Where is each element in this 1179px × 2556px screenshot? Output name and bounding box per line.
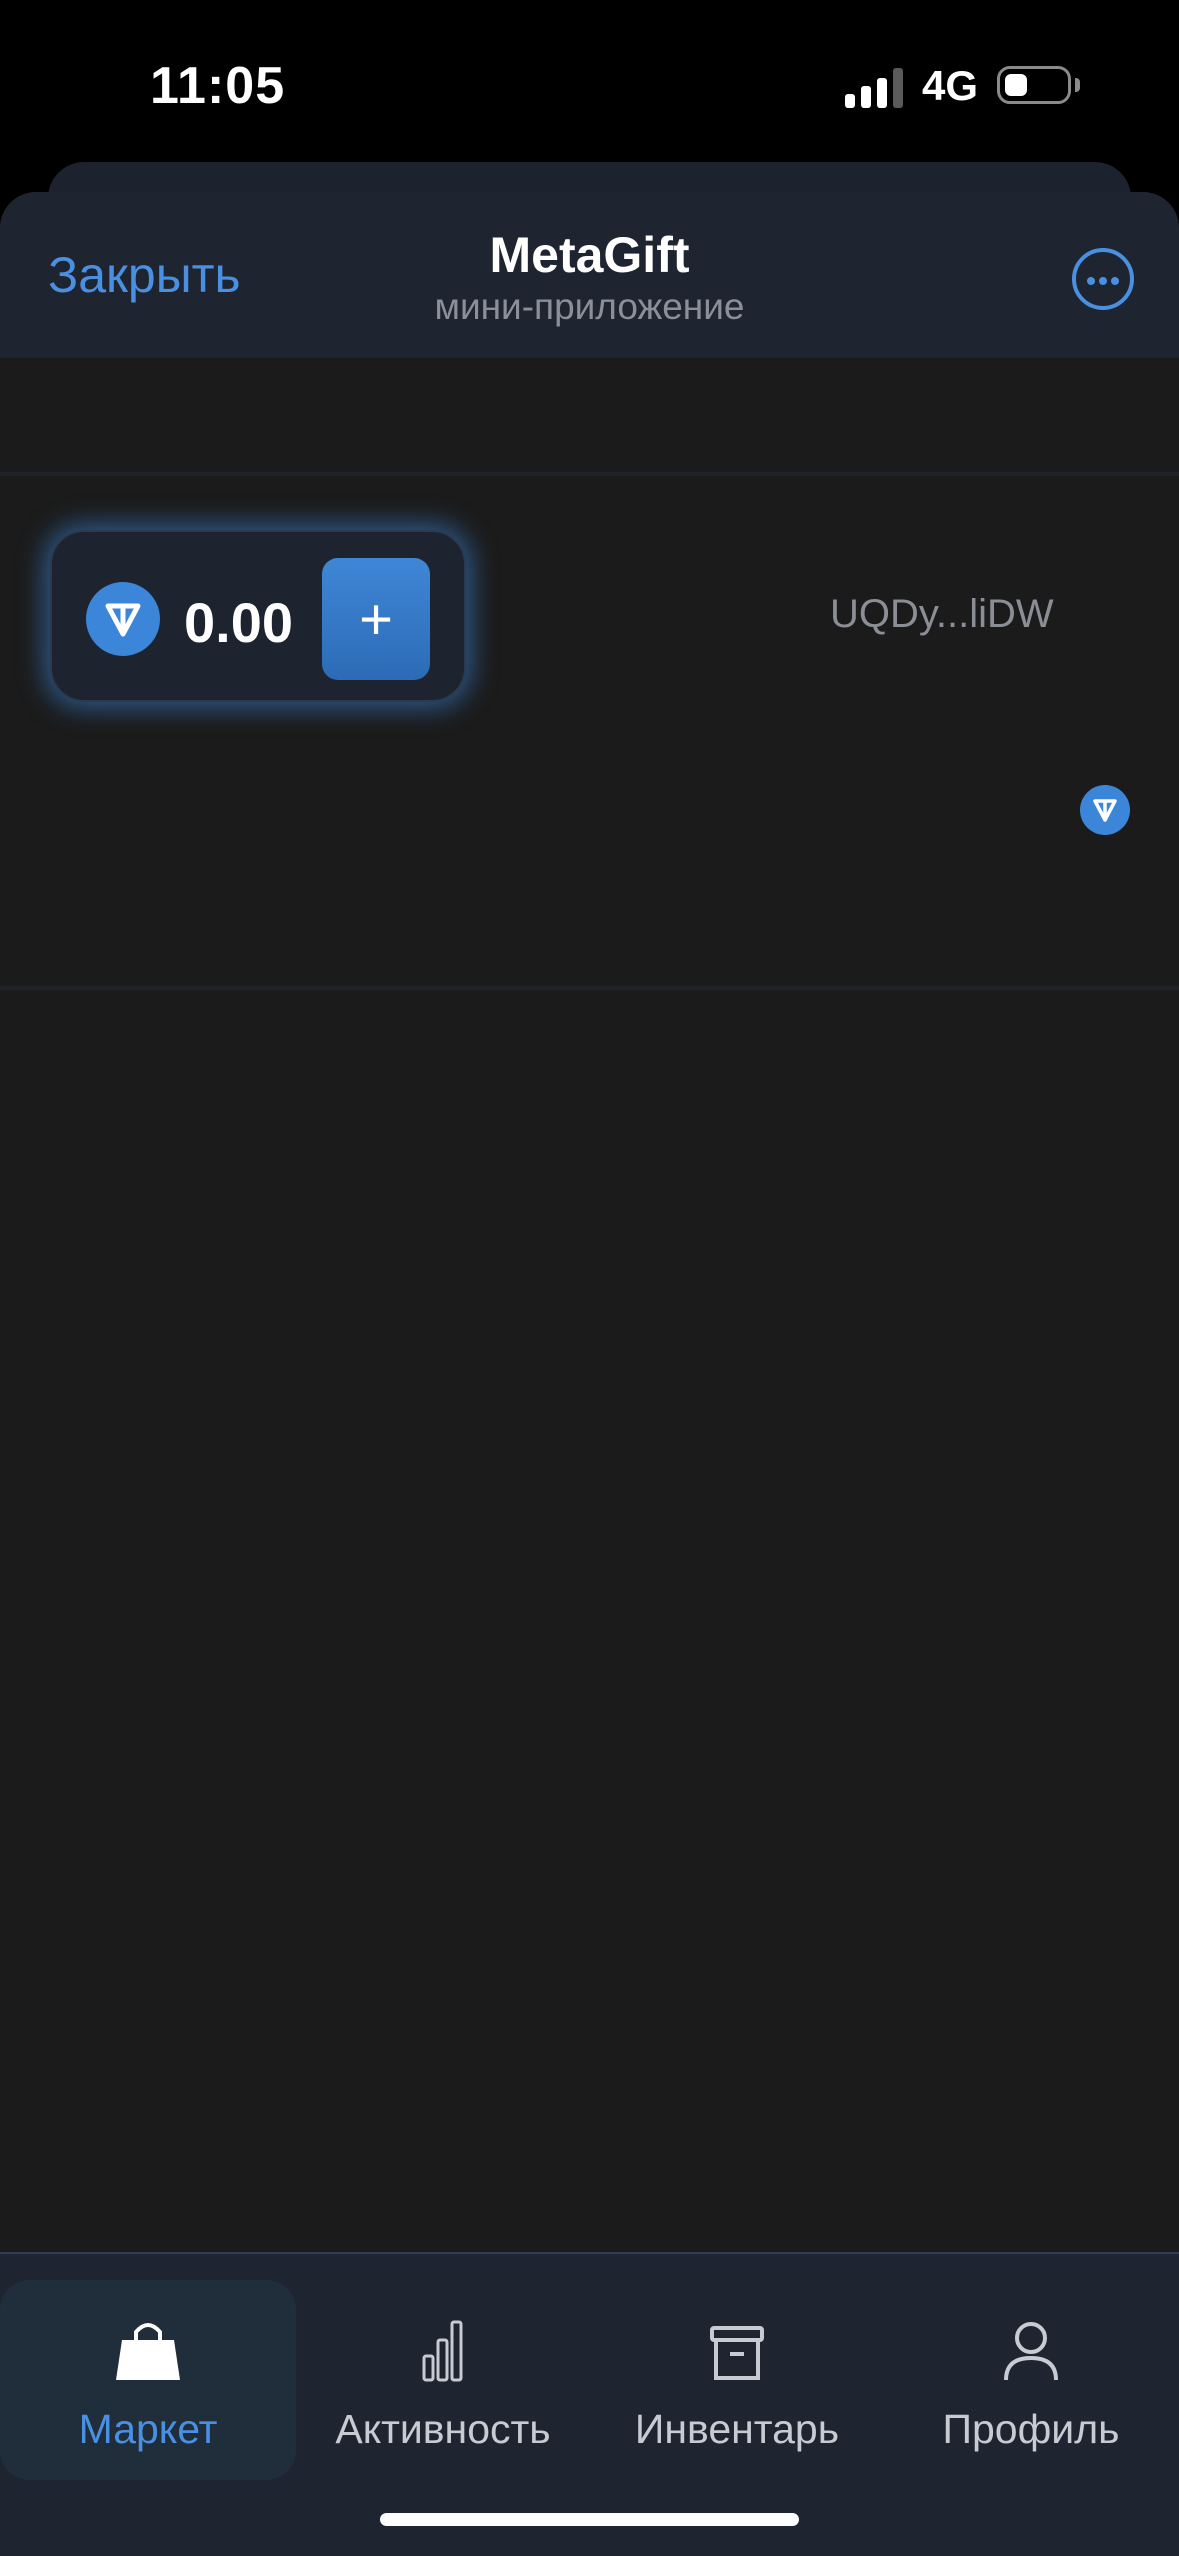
nav-item-activity[interactable]: Активность	[296, 2280, 590, 2480]
nav-label-inventory: Инвентарь	[634, 2406, 840, 2452]
balance-divider	[0, 986, 1179, 990]
nav-item-market[interactable]: Маркет	[0, 2280, 296, 2480]
nav-label-activity: Активность	[335, 2406, 551, 2452]
battery-cap	[1075, 78, 1080, 92]
status-bar: 11:05 4G	[0, 0, 1179, 162]
nav-label-market: Маркет	[78, 2406, 218, 2452]
add-funds-label: +	[359, 587, 393, 652]
battery-icon	[997, 66, 1071, 104]
network-type: 4G	[922, 62, 979, 109]
bar-chart-icon	[296, 2318, 590, 2384]
top-divider	[0, 472, 1179, 476]
wallet-address[interactable]: UQDy...liDW	[830, 592, 1054, 637]
nav-item-inventory[interactable]: Инвентарь	[590, 2280, 884, 2480]
app-subtitle: мини-приложение	[434, 286, 745, 327]
bottom-nav: Маркет Активность Инвентарь Профиль	[0, 2252, 1179, 2556]
home-indicator	[380, 2513, 799, 2526]
user-icon	[884, 2318, 1178, 2384]
cellular-signal-icon	[845, 68, 903, 108]
status-time: 11:05	[150, 57, 286, 115]
balance-card: 0.00 +	[50, 530, 466, 702]
balance-value: 0.00	[184, 591, 293, 654]
shopping-bag-icon	[0, 2318, 296, 2384]
nav-item-profile[interactable]: Профиль	[884, 2280, 1178, 2480]
wallet-ton-icon	[1080, 785, 1130, 835]
add-funds-button[interactable]: +	[322, 558, 430, 680]
more-icon[interactable]	[1072, 248, 1134, 310]
archive-box-icon	[590, 2318, 884, 2384]
mini-app-header: Закрыть MetaGift мини-приложение	[0, 192, 1179, 358]
app-title: MetaGift	[489, 227, 690, 283]
nav-label-profile: Профиль	[942, 2406, 1120, 2452]
ton-icon	[86, 582, 160, 656]
